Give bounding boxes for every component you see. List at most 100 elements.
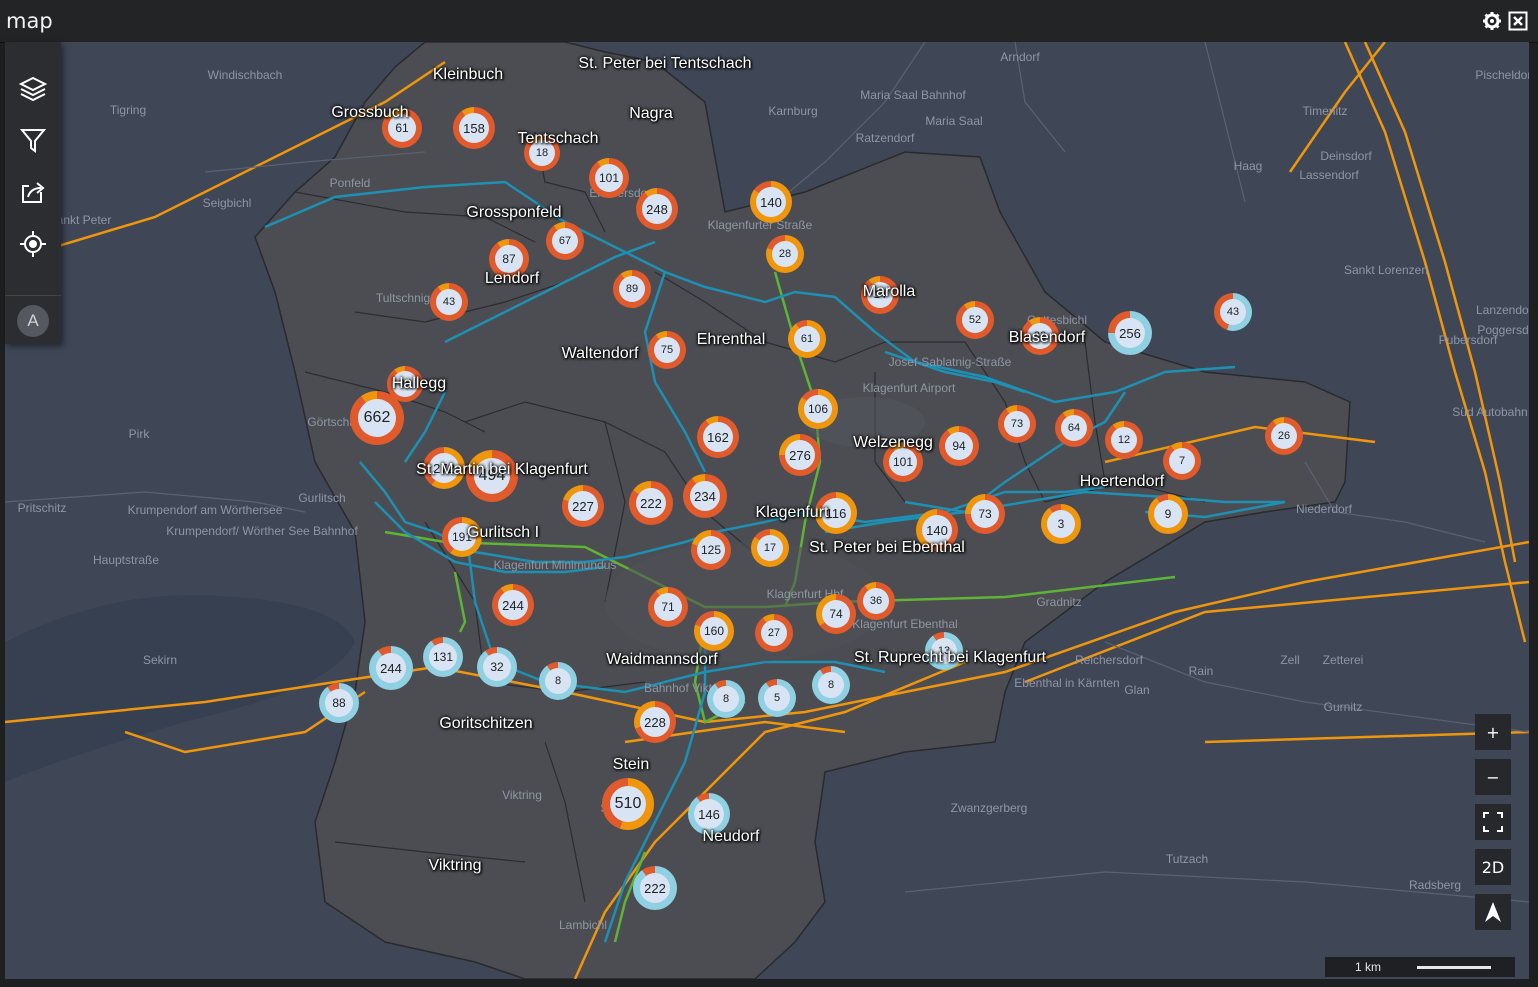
- scale-line: [1417, 966, 1491, 969]
- cluster-marker[interactable]: 18: [524, 135, 560, 171]
- cluster-marker[interactable]: 61: [382, 108, 422, 148]
- cluster-count: 89: [619, 276, 645, 302]
- cluster-count: 74: [822, 600, 850, 628]
- cluster-count: 131: [429, 643, 457, 671]
- cluster-count: 228: [640, 707, 670, 737]
- close-icon[interactable]: [1508, 11, 1528, 31]
- cluster-marker[interactable]: 36: [857, 582, 895, 620]
- view-mode-button[interactable]: 2D: [1475, 849, 1511, 885]
- cluster-marker[interactable]: 7: [1163, 442, 1201, 480]
- avatar[interactable]: A: [17, 305, 49, 337]
- cluster-marker[interactable]: 12: [1105, 421, 1143, 459]
- cluster-marker[interactable]: 272: [423, 447, 465, 489]
- cluster-marker[interactable]: 71: [648, 587, 688, 627]
- window-title: map: [6, 9, 53, 33]
- cluster-marker[interactable]: 228: [634, 701, 676, 743]
- cluster-marker[interactable]: 140: [916, 509, 958, 551]
- cluster-marker[interactable]: 87: [489, 239, 529, 279]
- cluster-marker[interactable]: 3: [1041, 504, 1081, 544]
- cluster-marker[interactable]: 116: [815, 492, 857, 534]
- cluster-marker[interactable]: 158: [453, 107, 495, 149]
- cluster-count: 510: [610, 786, 646, 822]
- cluster-count: 88: [325, 689, 353, 717]
- cluster-marker[interactable]: 162: [697, 416, 739, 458]
- cluster-marker[interactable]: 234: [683, 474, 727, 518]
- cluster-marker[interactable]: 8: [539, 662, 577, 700]
- cluster-marker[interactable]: 227: [562, 485, 604, 527]
- cluster-marker[interactable]: 222: [633, 866, 677, 910]
- cluster-marker[interactable]: 510: [602, 778, 654, 830]
- cluster-count: 94: [945, 432, 973, 460]
- cluster-marker[interactable]: 14: [861, 276, 899, 314]
- cluster-marker[interactable]: 140: [750, 181, 792, 223]
- layers-icon[interactable]: [17, 72, 49, 104]
- cluster-marker[interactable]: 160: [694, 611, 734, 651]
- cluster-marker[interactable]: 61: [788, 320, 826, 358]
- cluster-marker[interactable]: 32: [477, 647, 517, 687]
- cluster-marker[interactable]: 17: [751, 529, 789, 567]
- cluster-count: 191: [448, 523, 476, 551]
- cluster-marker[interactable]: 28: [766, 235, 804, 273]
- cluster-count: 61: [794, 326, 820, 352]
- cluster-marker[interactable]: 13: [925, 632, 963, 670]
- cluster-marker[interactable]: 27: [755, 614, 793, 652]
- cluster-count: 17: [757, 535, 783, 561]
- cluster-marker[interactable]: 9: [1148, 494, 1188, 534]
- cluster-marker[interactable]: 101: [883, 442, 923, 482]
- cluster-marker[interactable]: 131: [423, 637, 463, 677]
- cluster-marker[interactable]: 73: [998, 405, 1036, 443]
- cluster-count: 125: [697, 536, 725, 564]
- cluster-marker[interactable]: 43: [430, 283, 468, 321]
- share-icon[interactable]: [17, 176, 49, 208]
- zoom-in-button[interactable]: +: [1475, 714, 1511, 750]
- cluster-marker[interactable]: 82: [1021, 317, 1059, 355]
- cluster-marker[interactable]: 67: [546, 222, 584, 260]
- cluster-marker[interactable]: 256: [1108, 311, 1152, 355]
- cluster-count: 73: [1004, 411, 1030, 437]
- cluster-marker[interactable]: 276: [779, 434, 821, 476]
- cluster-marker[interactable]: 125: [691, 530, 731, 570]
- cluster-count: 14: [867, 282, 893, 308]
- cluster-marker[interactable]: 94: [939, 426, 979, 466]
- cluster-marker[interactable]: 5: [758, 679, 796, 717]
- filter-icon[interactable]: [17, 124, 49, 156]
- cluster-count: 162: [703, 422, 733, 452]
- cluster-marker[interactable]: 662: [350, 391, 404, 445]
- map-canvas[interactable]: Windischbach Tigring Seigbichl Sankt Peter P…: [5, 42, 1529, 979]
- cluster-marker[interactable]: 101: [589, 158, 629, 198]
- cluster-marker[interactable]: 244: [369, 646, 413, 690]
- cluster-count: 64: [1061, 415, 1087, 441]
- cluster-count: 101: [595, 164, 623, 192]
- cluster-count: 61: [388, 114, 416, 142]
- gear-icon[interactable]: [1482, 11, 1502, 31]
- cluster-marker[interactable]: 89: [613, 270, 651, 308]
- fullscreen-button[interactable]: [1475, 804, 1511, 840]
- cluster-marker[interactable]: 64: [1055, 409, 1093, 447]
- cluster-marker[interactable]: 74: [816, 594, 856, 634]
- cluster-marker[interactable]: 146: [688, 793, 730, 835]
- cluster-count: 222: [636, 488, 666, 518]
- cluster-marker[interactable]: 73: [965, 494, 1005, 534]
- cluster-marker[interactable]: 52: [956, 301, 994, 339]
- cluster-marker[interactable]: 244: [492, 584, 534, 626]
- cluster-count: 234: [690, 481, 720, 511]
- cluster-marker[interactable]: 222: [629, 481, 673, 525]
- toolbar-divider: [5, 295, 61, 296]
- north-button[interactable]: [1475, 894, 1511, 930]
- cluster-marker[interactable]: 26: [1265, 417, 1303, 455]
- cluster-count: 116: [821, 498, 851, 528]
- zoom-out-button[interactable]: −: [1475, 759, 1511, 795]
- cluster-count: 248: [642, 194, 672, 224]
- cluster-marker[interactable]: 106: [798, 389, 838, 429]
- cluster-marker[interactable]: 88: [319, 683, 359, 723]
- cluster-marker[interactable]: 8: [707, 680, 745, 718]
- cluster-marker[interactable]: 494: [466, 450, 518, 502]
- cluster-marker[interactable]: 75: [648, 331, 686, 369]
- cluster-marker[interactable]: 8: [812, 666, 850, 704]
- cluster-count: 43: [436, 289, 462, 315]
- locate-icon[interactable]: [17, 228, 49, 260]
- cluster-marker[interactable]: 43: [1214, 293, 1252, 331]
- cluster-count: 8: [713, 686, 739, 712]
- cluster-marker[interactable]: 191: [442, 517, 482, 557]
- cluster-marker[interactable]: 248: [636, 188, 678, 230]
